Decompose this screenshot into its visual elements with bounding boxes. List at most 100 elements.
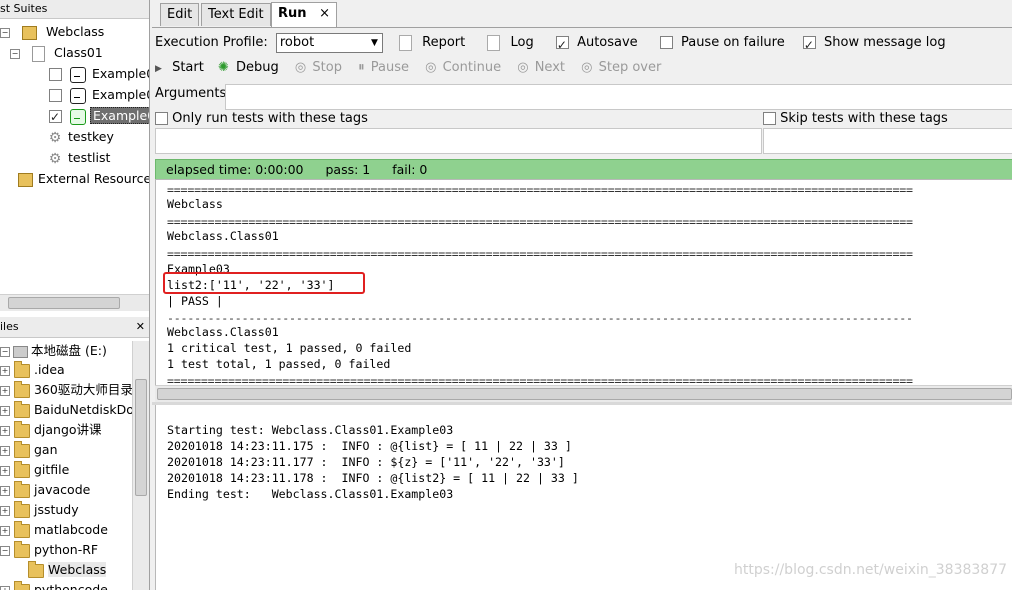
log-button[interactable]: Log — [511, 35, 534, 50]
exclude-tags-input[interactable] — [763, 128, 1012, 154]
log-line: 20201018 14:23:11.177 : INFO : ${z} = ['… — [167, 455, 565, 469]
separator-line: ========================================… — [167, 215, 913, 229]
folder-icon — [13, 440, 30, 458]
left-panel: st Suites − Webclass − Class01 Example01… — [0, 0, 150, 590]
console-line: | PASS | — [167, 294, 223, 308]
debug-icon: ✺ — [217, 60, 229, 75]
log-line: Starting test: Webclass.Class01.Example0… — [167, 423, 454, 437]
step-over-button[interactable]: Step over — [599, 60, 662, 75]
folder-icon — [13, 500, 30, 518]
file-icon — [31, 45, 45, 62]
skip-checkbox[interactable] — [763, 112, 776, 125]
watermark: https://blog.csdn.net/weixin_38383877 — [734, 562, 1008, 578]
tree-item-testlist[interactable]: ⚙ testlist — [48, 148, 112, 168]
file-item[interactable]: − python-RF — [0, 540, 98, 560]
pass-count: pass: 1 — [325, 162, 371, 177]
arguments-label: Arguments: — [155, 86, 231, 101]
arguments-input[interactable] — [225, 84, 1012, 110]
tab-text-edit[interactable]: Text Edit — [201, 3, 271, 26]
highlight-box — [163, 272, 365, 294]
robot-test-passed-icon — [69, 108, 86, 125]
close-files-icon[interactable]: ✕ — [136, 317, 145, 337]
only-run-label: Only run tests with these tags — [172, 111, 368, 126]
scroll-thumb[interactable] — [8, 297, 120, 309]
folder-icon — [13, 540, 30, 558]
autosave-checkbox[interactable] — [555, 33, 569, 57]
test-checkbox[interactable] — [49, 89, 62, 102]
folder-icon — [13, 480, 30, 498]
execution-toolbar: Execution Profile: robot ▼ Report Log Au… — [155, 31, 946, 57]
file-item[interactable]: + gan — [0, 440, 58, 460]
console-line: Webclass.Class01 — [167, 229, 279, 243]
tree-item-external-resources[interactable]: External Resources — [18, 169, 150, 189]
file-item[interactable]: + jsstudy — [0, 500, 79, 520]
folder-icon — [13, 520, 30, 538]
collapse-icon[interactable]: − — [0, 27, 10, 38]
tree-label: testlist — [68, 150, 111, 165]
tree-label: Webclass — [45, 24, 105, 39]
fail-count: fail: 0 — [392, 162, 428, 177]
tree-item-example01[interactable]: Example01 — [49, 64, 149, 84]
stop-button[interactable]: Stop — [312, 60, 342, 75]
console-hscrollbar[interactable] — [155, 385, 1012, 402]
tree-label: Example03 — [89, 107, 149, 124]
test-checkbox[interactable] — [49, 107, 62, 127]
log-line: 20201018 14:23:11.178 : INFO : @{list2} … — [167, 471, 579, 485]
file-item[interactable]: + 360驱动大师目录 — [0, 380, 133, 400]
file-item[interactable]: Webclass — [28, 560, 107, 580]
tree-item-example03[interactable]: Example03 — [49, 106, 149, 127]
file-item[interactable]: − 本地磁盘 (E:) — [0, 341, 107, 361]
file-item[interactable]: + pythoncode — [0, 580, 108, 590]
close-tab-icon[interactable]: × — [319, 6, 330, 21]
exec-profile-select[interactable]: robot ▼ — [275, 32, 383, 53]
include-tags-input[interactable] — [155, 128, 762, 154]
tree-item-testkey[interactable]: ⚙ testkey — [48, 127, 116, 147]
report-button[interactable]: Report — [422, 35, 465, 50]
files-title: iles ✕ — [0, 317, 149, 338]
continue-button[interactable]: Continue — [443, 60, 501, 75]
next-button[interactable]: Next — [535, 60, 565, 75]
start-button[interactable]: Start — [172, 60, 204, 75]
console-output: ========================================… — [155, 179, 1012, 387]
scroll-thumb[interactable] — [135, 379, 147, 496]
autosave-label: Autosave — [577, 35, 638, 50]
file-item[interactable]: + .idea — [0, 360, 65, 380]
skip-label: Skip tests with these tags — [780, 111, 948, 126]
tree-item-webclass[interactable]: − Webclass — [0, 22, 106, 42]
file-item[interactable]: + BaiduNetdiskDo — [0, 400, 134, 420]
file-item[interactable]: + matlabcode — [0, 520, 108, 540]
log-line: Ending test: Webclass.Class01.Example03 — [167, 487, 454, 501]
tree-label: External Resources — [38, 171, 150, 186]
only-run-tags: Only run tests with these tags — [155, 111, 368, 126]
pause-button[interactable]: Pause — [371, 60, 409, 75]
tree-label: Example02 — [91, 87, 149, 102]
tree-label: Example01 — [91, 66, 149, 81]
file-tree-vscrollbar[interactable] — [132, 341, 149, 590]
suite-folder-icon — [21, 25, 37, 40]
console-line: Webclass — [167, 197, 223, 211]
suite-tree-hscrollbar[interactable] — [0, 294, 149, 311]
tree-item-example02[interactable]: Example02 — [49, 85, 149, 105]
collapse-icon[interactable]: − — [10, 48, 20, 59]
file-item[interactable]: + gitfile — [0, 460, 69, 480]
tree-label: Class01 — [53, 45, 103, 60]
only-run-checkbox[interactable] — [155, 112, 168, 125]
console-line: 1 critical test, 1 passed, 0 failed — [167, 341, 412, 355]
continue-icon: ◎ — [425, 60, 437, 75]
test-suites-title: st Suites — [0, 0, 149, 19]
debug-button[interactable]: Debug — [236, 60, 279, 75]
tab-edit[interactable]: Edit — [160, 3, 200, 26]
chevron-down-icon: ▼ — [370, 37, 378, 48]
tab-run[interactable]: Run × — [271, 2, 337, 27]
exec-profile-label: Execution Profile: — [155, 35, 268, 50]
pause-on-failure-checkbox[interactable] — [659, 36, 673, 49]
tree-item-class01[interactable]: − Class01 — [10, 43, 105, 63]
test-checkbox[interactable] — [49, 68, 62, 81]
file-item[interactable]: + javacode — [0, 480, 90, 500]
show-message-log-checkbox[interactable] — [802, 33, 816, 57]
file-item[interactable]: + django讲课 — [0, 420, 102, 440]
step-over-icon: ◎ — [581, 60, 593, 75]
status-bar: elapsed time: 0:00:00 pass: 1 fail: 0 — [155, 159, 1012, 180]
scroll-thumb[interactable] — [157, 388, 1012, 400]
start-icon: ▶ — [155, 64, 162, 74]
